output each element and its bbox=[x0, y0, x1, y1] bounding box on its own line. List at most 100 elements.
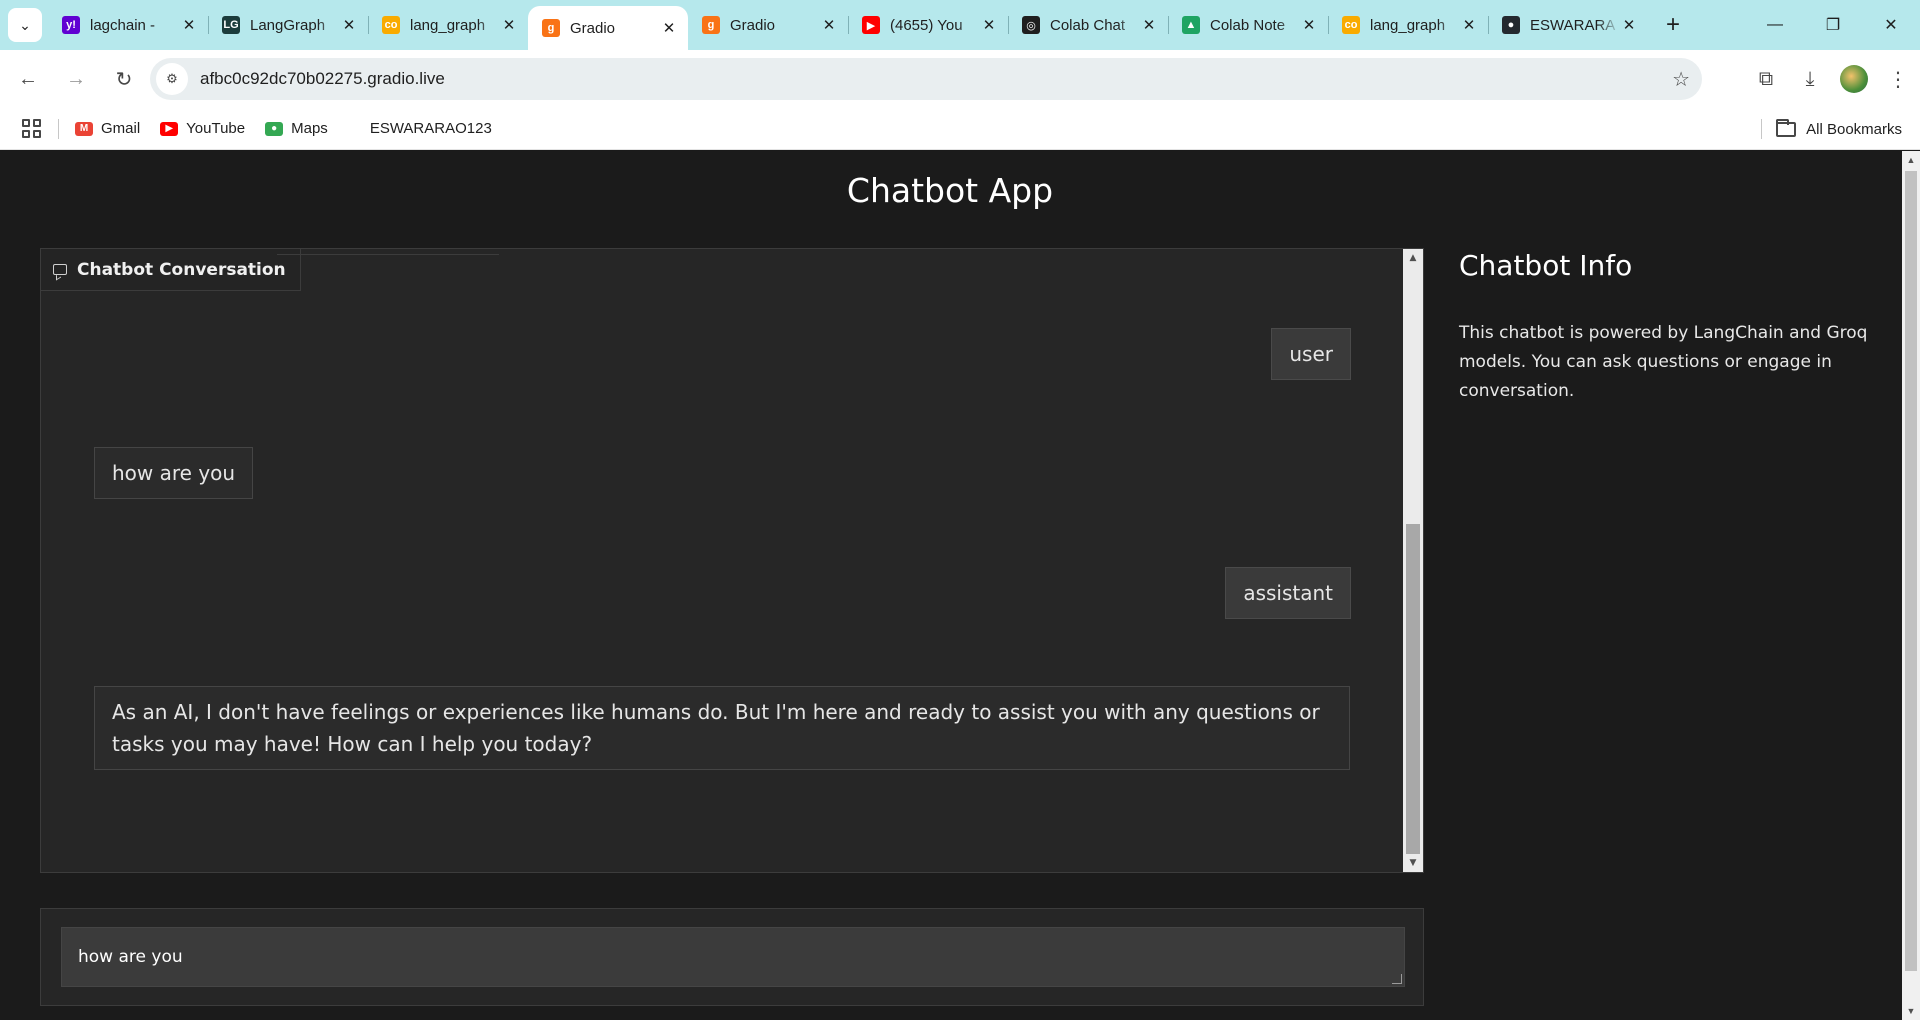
label-divider bbox=[277, 249, 499, 255]
browser-toolbar: ← → ↻ ⚙ afbc0c92dc70b02275.gradio.live ☆… bbox=[0, 50, 1920, 108]
profile-avatar[interactable] bbox=[1840, 65, 1868, 93]
tab-title: Gradio bbox=[570, 19, 616, 37]
close-tab-icon[interactable]: ✕ bbox=[1140, 16, 1158, 34]
page-content: Chatbot App Chatbot Conversation user ho… bbox=[0, 151, 1902, 1020]
restore-icon[interactable]: ❐ bbox=[1804, 0, 1862, 50]
gradio-icon: g bbox=[542, 19, 560, 37]
bookmark-label: ESWARARAO123 bbox=[369, 120, 492, 137]
extensions-puzzle-icon[interactable]: ⧉ bbox=[1744, 57, 1788, 101]
openai-icon: ◎ bbox=[1022, 16, 1040, 34]
bookmark-item[interactable]: M Gmail bbox=[75, 120, 140, 137]
tab-title: LangGraph bbox=[250, 16, 326, 34]
close-tab-icon[interactable]: ✕ bbox=[1300, 16, 1318, 34]
input-panel: how are you bbox=[40, 908, 1424, 1006]
scroll-thumb[interactable] bbox=[1406, 524, 1420, 854]
chat-scrollbar[interactable]: ▲ ▼ bbox=[1403, 249, 1423, 872]
tab-item[interactable]: LG LangGraph ✕ bbox=[208, 0, 368, 50]
info-text: This chatbot is powered by LangChain and… bbox=[1459, 323, 1868, 401]
chat-bubble-icon bbox=[53, 264, 67, 275]
kebab-menu-icon[interactable]: ⋮ bbox=[1876, 57, 1920, 101]
close-tab-icon[interactable]: ✕ bbox=[1620, 16, 1638, 34]
github-icon: ● bbox=[1502, 16, 1520, 34]
colab-icon: co bbox=[382, 16, 400, 34]
chatbot-label-text: Chatbot Conversation bbox=[77, 259, 286, 280]
close-tab-icon[interactable]: ✕ bbox=[180, 16, 198, 34]
app-title: Chatbot App bbox=[846, 171, 1054, 210]
message-input[interactable]: how are you bbox=[61, 927, 1405, 987]
tab-title: (4655) You bbox=[890, 16, 963, 34]
page-scroll-thumb[interactable] bbox=[1905, 171, 1917, 971]
bookmark-label: Gmail bbox=[101, 120, 141, 137]
site-settings-icon[interactable]: ⚙ bbox=[156, 63, 188, 95]
resize-handle-icon[interactable] bbox=[1392, 974, 1402, 984]
reload-icon[interactable]: ↻ bbox=[104, 59, 144, 99]
chatbot-label: Chatbot Conversation bbox=[41, 249, 301, 291]
chatbot-panel: Chatbot Conversation user how are you as… bbox=[40, 248, 1424, 873]
close-tab-icon[interactable]: ✕ bbox=[820, 16, 838, 34]
tab-list: y! lagchain - ✕ LG LangGraph ✕ co lang_graph ✕ g G… bbox=[48, 0, 1648, 50]
address-bar[interactable]: ⚙ afbc0c92dc70b02275.gradio.live ☆ bbox=[150, 58, 1702, 100]
all-bookmarks-label[interactable]: All Bookmarks bbox=[1806, 121, 1902, 138]
tab-title: lang_graph bbox=[410, 16, 486, 34]
bookmark-item[interactable]: ▶ YouTube bbox=[160, 120, 245, 137]
maps-pin-icon: ● bbox=[265, 121, 284, 136]
tab-title: lagchain - bbox=[90, 16, 156, 34]
message-input-value[interactable]: how are you bbox=[78, 947, 183, 967]
bookmark-list: M Gmail ▶ YouTube ● Maps ESWARARAO123 bbox=[75, 120, 512, 137]
minimize-icon[interactable]: — bbox=[1746, 0, 1804, 50]
url-text[interactable]: afbc0c92dc70b02275.gradio.live bbox=[200, 69, 445, 89]
google-drive-icon: ▲ bbox=[1182, 16, 1200, 34]
tab-strip: ⌄ y! lagchain - ✕ LG LangGraph ✕ co lang_graph ✕… bbox=[0, 0, 1920, 50]
tab-title: ESWARARA bbox=[1530, 16, 1616, 34]
youtube-icon: ▶ bbox=[160, 121, 179, 136]
scroll-down-icon[interactable]: ▼ bbox=[1902, 1002, 1920, 1020]
forward-arrow-icon[interactable]: → bbox=[56, 59, 96, 99]
back-arrow-icon[interactable]: ← bbox=[8, 59, 48, 99]
role-label-user: user bbox=[1271, 328, 1351, 380]
close-tab-icon[interactable]: ✕ bbox=[1460, 16, 1478, 34]
tab-title: Colab Chat bbox=[1050, 16, 1126, 34]
close-tab-icon[interactable]: ✕ bbox=[980, 16, 998, 34]
colab-icon: co bbox=[1342, 16, 1360, 34]
apps-grid-icon[interactable] bbox=[22, 118, 42, 139]
toolbar-right: ⧉ ⤓ ⋮ bbox=[1744, 50, 1920, 108]
scroll-up-icon[interactable]: ▲ bbox=[1902, 151, 1920, 169]
tab-title: Colab Note bbox=[1210, 16, 1286, 34]
user-message: how are you bbox=[94, 447, 254, 499]
download-icon[interactable]: ⤓ bbox=[1788, 57, 1832, 101]
close-tab-icon[interactable]: ✕ bbox=[660, 19, 678, 37]
tab-item[interactable]: ▶ (4655) You ✕ bbox=[848, 0, 1008, 50]
close-tab-icon[interactable]: ✕ bbox=[500, 16, 518, 34]
gradio-icon: g bbox=[702, 16, 720, 34]
tab-item[interactable]: ● ESWARARA ✕ bbox=[1488, 0, 1648, 50]
tab-item[interactable]: co lang_graph ✕ bbox=[1328, 0, 1488, 50]
bookmark-item[interactable]: ESWARARAO123 bbox=[370, 120, 492, 137]
new-tab-button[interactable]: + bbox=[1656, 8, 1690, 42]
scroll-up-icon[interactable]: ▲ bbox=[1403, 249, 1423, 267]
bookmarks-bar: M Gmail ▶ YouTube ● Maps ESWARARAO123 All Book… bbox=[0, 108, 1920, 150]
gmail-icon: M bbox=[75, 121, 93, 136]
tab-item[interactable]: ▲ Colab Note ✕ bbox=[1168, 0, 1328, 50]
bookmark-item[interactable]: ● Maps bbox=[265, 120, 328, 137]
close-tab-icon[interactable]: ✕ bbox=[340, 16, 358, 34]
tab-item[interactable]: y! lagchain - ✕ bbox=[48, 0, 208, 50]
folder-icon bbox=[1776, 118, 1797, 137]
bookmark-label: YouTube bbox=[186, 120, 246, 137]
chevron-down-icon[interactable]: ⌄ bbox=[8, 8, 42, 42]
tab-title: Gradio bbox=[730, 16, 776, 34]
scroll-down-icon[interactable]: ▼ bbox=[1403, 854, 1423, 872]
star-icon[interactable]: ☆ bbox=[1672, 67, 1690, 92]
assistant-message: As an AI, I don't have feelings or exper… bbox=[94, 686, 1350, 770]
page-scrollbar[interactable]: ▲ ▼ bbox=[1902, 151, 1920, 1020]
tab-active[interactable]: g Gradio ✕ bbox=[528, 6, 688, 50]
tab-item[interactable]: ◎ Colab Chat ✕ bbox=[1008, 0, 1168, 50]
tab-item[interactable]: co lang_graph ✕ bbox=[368, 0, 528, 50]
tab-title: lang_graph bbox=[1370, 16, 1446, 34]
yahoo-icon: y! bbox=[62, 16, 80, 34]
all-bookmarks[interactable]: All Bookmarks bbox=[1761, 108, 1902, 150]
youtube-icon: ▶ bbox=[862, 16, 880, 34]
close-window-icon[interactable]: ✕ bbox=[1862, 0, 1920, 50]
tab-item[interactable]: g Gradio ✕ bbox=[688, 0, 848, 50]
window-controls: — ❐ ✕ bbox=[1746, 0, 1920, 50]
bookmarks-divider bbox=[1761, 119, 1763, 139]
